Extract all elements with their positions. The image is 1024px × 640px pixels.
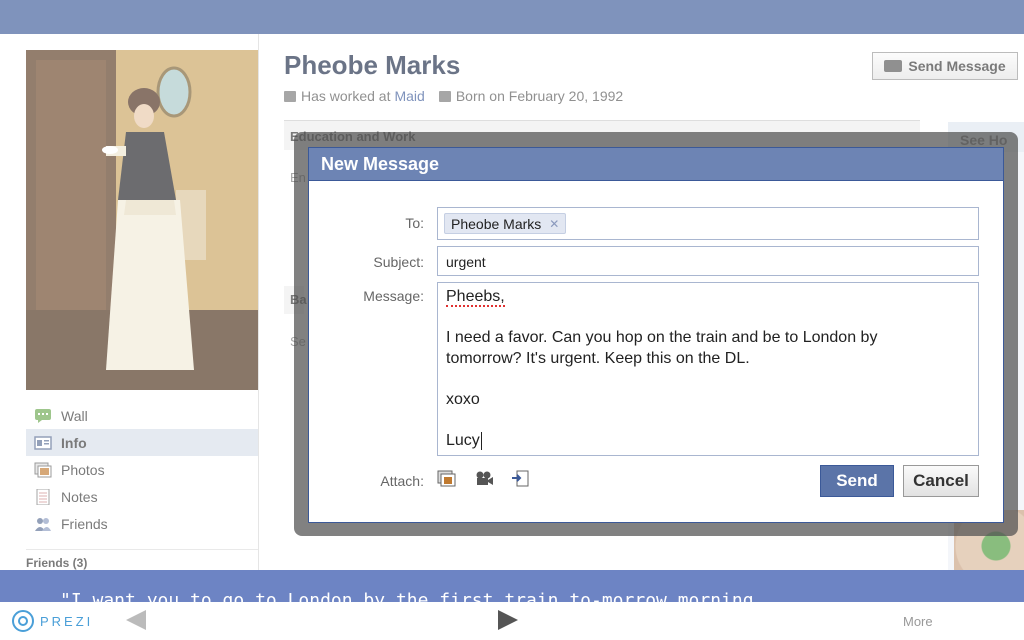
- message-label: Message:: [363, 288, 424, 304]
- dialog-title: New Message: [309, 148, 1003, 181]
- cancel-button[interactable]: Cancel: [903, 465, 979, 497]
- subject-value: urgent: [446, 254, 486, 270]
- link-attach-icon[interactable]: [510, 470, 530, 488]
- attach-label: Attach:: [380, 473, 424, 489]
- caption-text: "I want you to go to London by the first…: [60, 590, 754, 602]
- remove-recipient-icon[interactable]: ✕: [549, 217, 559, 231]
- send-button[interactable]: Send: [820, 465, 894, 497]
- recipient-name: Pheobe Marks: [451, 215, 542, 232]
- message-line: I need a favor. Can you hop on the train…: [446, 329, 878, 346]
- recipient-token[interactable]: Pheobe Marks ✕: [444, 213, 567, 234]
- subject-input[interactable]: urgent: [437, 246, 979, 276]
- to-label: To:: [405, 215, 424, 231]
- prezi-logo-text: PREZI: [40, 613, 94, 629]
- message-name: Lucy: [446, 432, 480, 450]
- text-caret: [480, 432, 482, 450]
- to-field[interactable]: Pheobe Marks ✕: [437, 207, 979, 240]
- next-arrow-icon[interactable]: [498, 610, 518, 630]
- video-attach-icon[interactable]: [474, 470, 494, 488]
- message-greeting: Pheebs,: [446, 288, 505, 307]
- caption-bar: "I want you to go to London by the first…: [0, 570, 1024, 602]
- message-textarea[interactable]: Pheebs, I need a favor. Can you hop on t…: [437, 282, 979, 456]
- more-link[interactable]: More: [903, 614, 933, 629]
- subject-label: Subject:: [373, 254, 424, 270]
- message-line: tomorrow? It's urgent. Keep this on the …: [446, 350, 750, 367]
- message-signoff: xoxo: [446, 391, 480, 408]
- prezi-logo-icon: [12, 610, 34, 632]
- photo-attach-icon[interactable]: [437, 470, 457, 488]
- prezi-logo[interactable]: PREZI: [12, 610, 93, 632]
- previous-arrow-icon[interactable]: [126, 610, 146, 630]
